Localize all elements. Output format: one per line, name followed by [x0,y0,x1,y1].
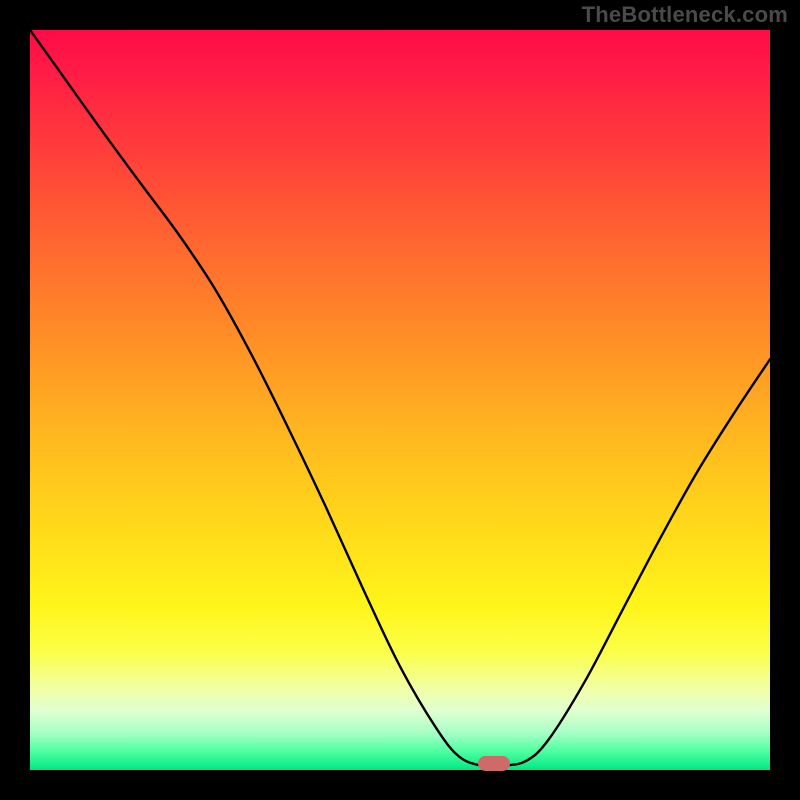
optimal-point-marker [478,756,510,771]
watermark-text: TheBottleneck.com [582,2,788,28]
plot-area [30,30,770,770]
chart-frame: TheBottleneck.com [0,0,800,800]
bottleneck-curve [30,30,770,770]
